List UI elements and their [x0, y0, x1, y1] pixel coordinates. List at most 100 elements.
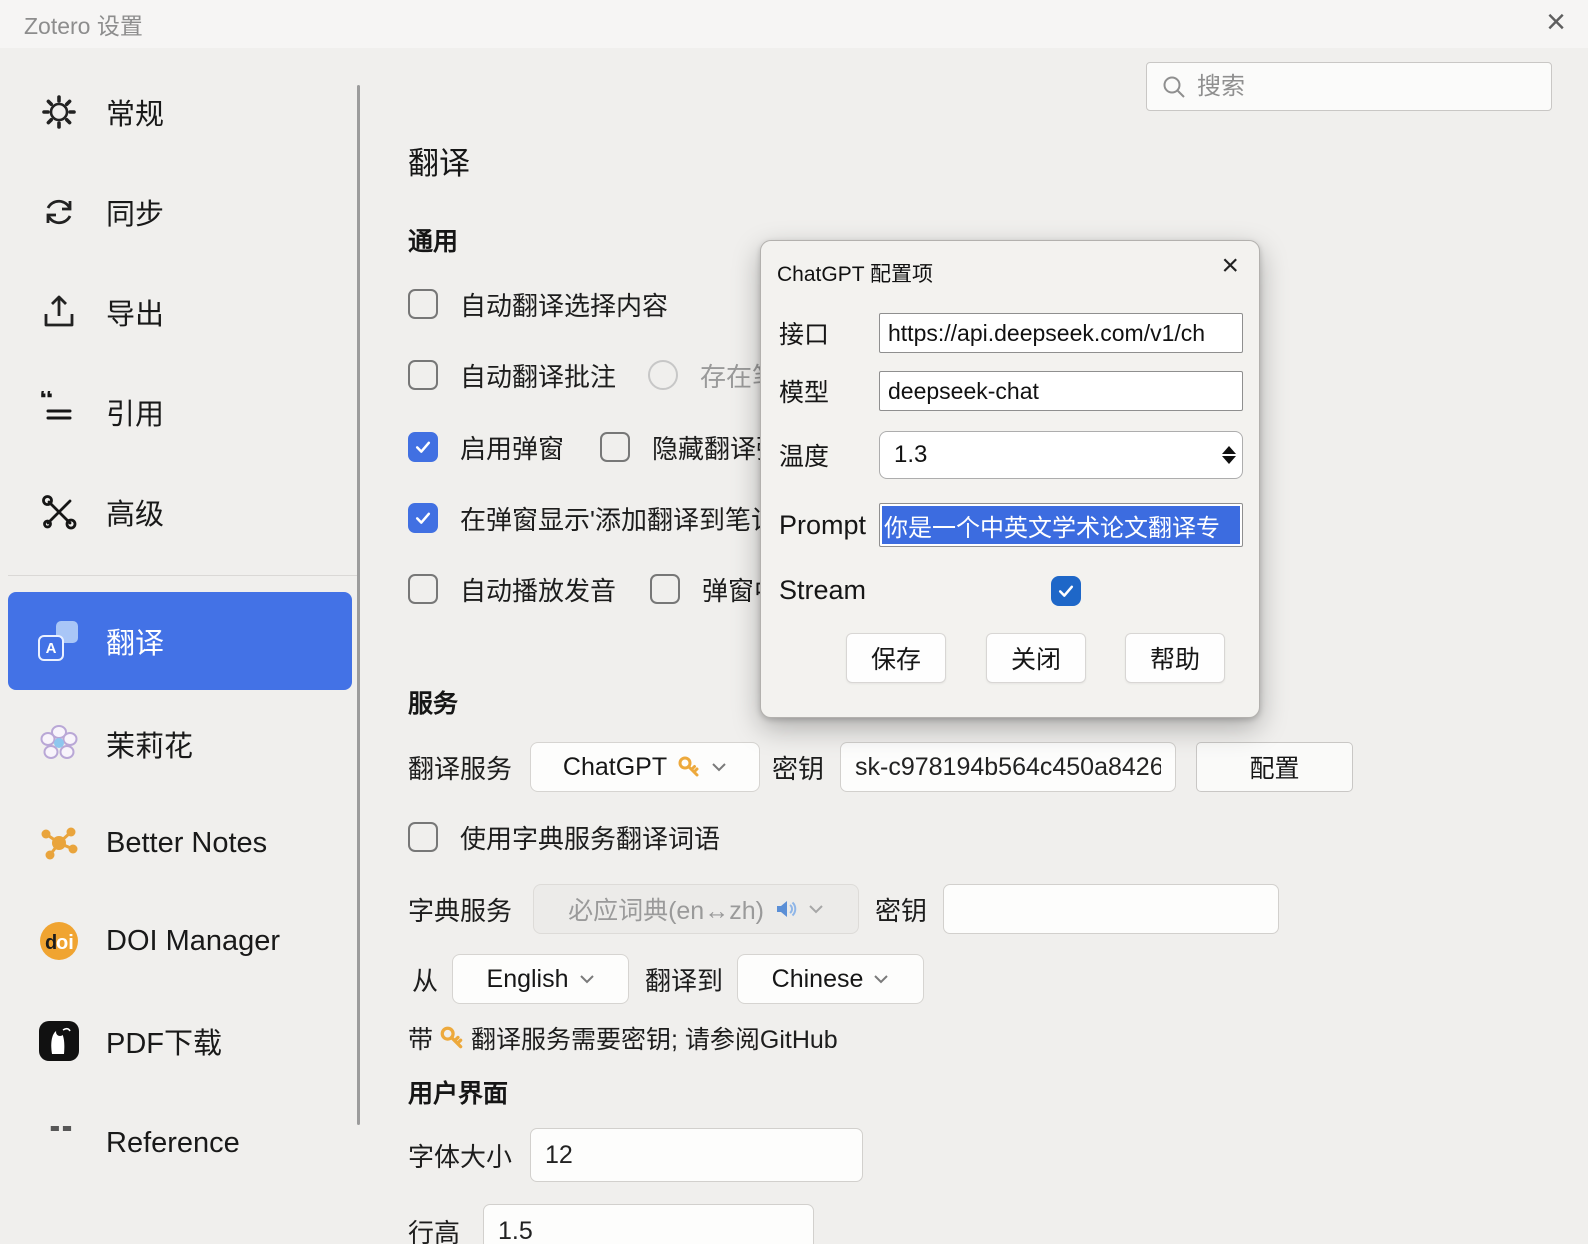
- section-heading-general: 通用: [408, 222, 458, 258]
- to-language-value: Chinese: [772, 965, 864, 994]
- checkbox-label: 自动翻译选择内容: [460, 286, 668, 323]
- sidebar-item-reference[interactable]: “ Reference: [8, 1105, 352, 1181]
- prompt-selected-text: 你是一个中英文学术论文翻译专: [882, 506, 1240, 544]
- sidebar-item-label: 同步: [106, 191, 164, 233]
- molecule-icon: [38, 822, 80, 864]
- prompt-input[interactable]: 你是一个中英文学术论文翻译专: [879, 503, 1243, 547]
- note-text: 翻译服务需要密钥; 请参阅GitHub: [471, 1020, 838, 1056]
- window-title: Zotero 设置: [24, 7, 143, 41]
- svg-text:oi: oi: [56, 932, 74, 954]
- sidebar-item-jasminum[interactable]: 茉莉花: [8, 706, 352, 782]
- line-height-row: 行高: [408, 1204, 814, 1244]
- tools-icon: [38, 491, 80, 533]
- sidebar-scrollbar[interactable]: [357, 85, 360, 1125]
- secret-label: 密钥: [772, 749, 824, 786]
- sidebar-item-label: Reference: [106, 1127, 240, 1160]
- from-label: 从: [412, 961, 438, 998]
- sidebar-item-export[interactable]: 导出: [8, 274, 352, 350]
- font-size-input[interactable]: [530, 1128, 863, 1182]
- exists-note-radio[interactable]: [648, 360, 678, 390]
- sidebar-item-label: 茉莉花: [106, 723, 193, 765]
- from-language-select[interactable]: English: [452, 954, 629, 1004]
- from-language-value: English: [487, 965, 569, 994]
- sidebar-item-label: 引用: [106, 391, 164, 433]
- key-icon: [677, 755, 701, 779]
- checkbox-row-show-add-note: 在弹窗显示'添加翻译到笔记: [408, 501, 777, 535]
- dialog-title: ChatGPT 配置项: [777, 258, 933, 288]
- checkbox-label: 启用弹窗: [460, 429, 564, 466]
- auto-play-audio-checkbox[interactable]: [408, 574, 438, 604]
- gear-icon: [38, 91, 80, 133]
- spinner-icon[interactable]: [1222, 446, 1236, 464]
- temperature-input[interactable]: 1.3: [879, 431, 1243, 479]
- font-size-label: 字体大小: [408, 1137, 530, 1174]
- translate-icon: A: [38, 620, 80, 662]
- popup-checkbox[interactable]: [650, 574, 680, 604]
- close-button[interactable]: 关闭: [986, 633, 1086, 683]
- sidebar-item-label: Better Notes: [106, 827, 267, 860]
- auto-translate-annotation-checkbox[interactable]: [408, 360, 438, 390]
- window-close-icon[interactable]: ×: [1546, 2, 1566, 42]
- config-button[interactable]: 配置: [1196, 742, 1353, 792]
- stream-checkbox[interactable]: [1051, 576, 1081, 606]
- dialog-close-icon[interactable]: ×: [1221, 249, 1239, 283]
- checkbox-label: 自动翻译批注: [460, 357, 616, 394]
- sidebar-item-translate[interactable]: A 翻译: [8, 592, 352, 690]
- search-box[interactable]: [1146, 62, 1552, 111]
- export-icon: [38, 291, 80, 333]
- sidebar-item-advanced[interactable]: 高级: [8, 474, 352, 550]
- model-row: 模型: [779, 371, 1243, 411]
- speaker-icon: [774, 897, 798, 921]
- dict-secret-label: 密钥: [875, 891, 927, 928]
- sidebar-item-label: 常规: [106, 91, 164, 133]
- dict-secret-input[interactable]: [943, 884, 1279, 934]
- sidebar-item-general[interactable]: 常规: [8, 74, 352, 150]
- sidebar-item-label: 高级: [106, 491, 164, 533]
- chevron-down-icon: [579, 974, 595, 984]
- quote-icon: “: [38, 1122, 80, 1164]
- api-label: 接口: [779, 315, 879, 351]
- sidebar-item-sync[interactable]: 同步: [8, 174, 352, 250]
- api-row: 接口: [779, 313, 1243, 353]
- window-titlebar: Zotero 设置 ×: [0, 0, 1588, 48]
- api-input[interactable]: [879, 313, 1243, 353]
- model-label: 模型: [779, 373, 879, 409]
- checkbox-row-auto-translate-annotation: 自动翻译批注: [408, 358, 616, 392]
- translate-service-label: 翻译服务: [408, 749, 530, 786]
- checkbox-label: 自动播放发音: [460, 571, 616, 608]
- checkbox-row-auto-play-audio: 自动播放发音: [408, 572, 616, 606]
- enable-popup-checkbox[interactable]: [408, 432, 438, 462]
- temperature-label: 温度: [779, 437, 879, 473]
- line-height-label: 行高: [408, 1213, 483, 1244]
- checkbox-label: 在弹窗显示'添加翻译到笔记: [460, 500, 777, 537]
- to-language-select[interactable]: Chinese: [737, 954, 924, 1004]
- sidebar-separator: [8, 575, 358, 576]
- checkbox-label: 使用字典服务翻译词语: [460, 819, 720, 856]
- sidebar-item-better-notes[interactable]: Better Notes: [8, 805, 352, 881]
- line-height-input[interactable]: [483, 1204, 814, 1244]
- sidebar-item-pdf-download[interactable]: PDF下载: [8, 1003, 352, 1079]
- key-note: 带 翻译服务需要密钥; 请参阅GitHub: [408, 1020, 838, 1056]
- search-input[interactable]: [1197, 73, 1527, 101]
- translate-service-row: 翻译服务 ChatGPT 密钥 配置: [408, 742, 1353, 792]
- use-dict-checkbox[interactable]: [408, 822, 438, 852]
- key-icon: [439, 1025, 465, 1051]
- sidebar-item-doi-manager[interactable]: doi DOI Manager: [8, 903, 352, 979]
- show-add-note-checkbox[interactable]: [408, 503, 438, 533]
- translate-service-select[interactable]: ChatGPT: [530, 742, 760, 792]
- sidebar-item-label: DOI Manager: [106, 925, 280, 958]
- flower-icon: [38, 723, 80, 765]
- model-input[interactable]: [879, 371, 1243, 411]
- hide-popup-checkbox[interactable]: [600, 432, 630, 462]
- auto-translate-selection-checkbox[interactable]: [408, 289, 438, 319]
- note-prefix: 带: [408, 1020, 433, 1056]
- temperature-value: 1.3: [894, 441, 1222, 469]
- secret-input[interactable]: [840, 742, 1176, 792]
- help-button[interactable]: 帮助: [1125, 633, 1225, 683]
- doi-icon: doi: [38, 920, 80, 962]
- dict-service-row: 字典服务 必应词典(en↔zh) 密钥: [408, 884, 1279, 934]
- sidebar-item-cite[interactable]: “„ 引用: [8, 374, 352, 450]
- save-button[interactable]: 保存: [846, 633, 946, 683]
- dict-service-select[interactable]: 必应词典(en↔zh): [533, 884, 859, 934]
- sidebar-item-label: 导出: [106, 291, 164, 333]
